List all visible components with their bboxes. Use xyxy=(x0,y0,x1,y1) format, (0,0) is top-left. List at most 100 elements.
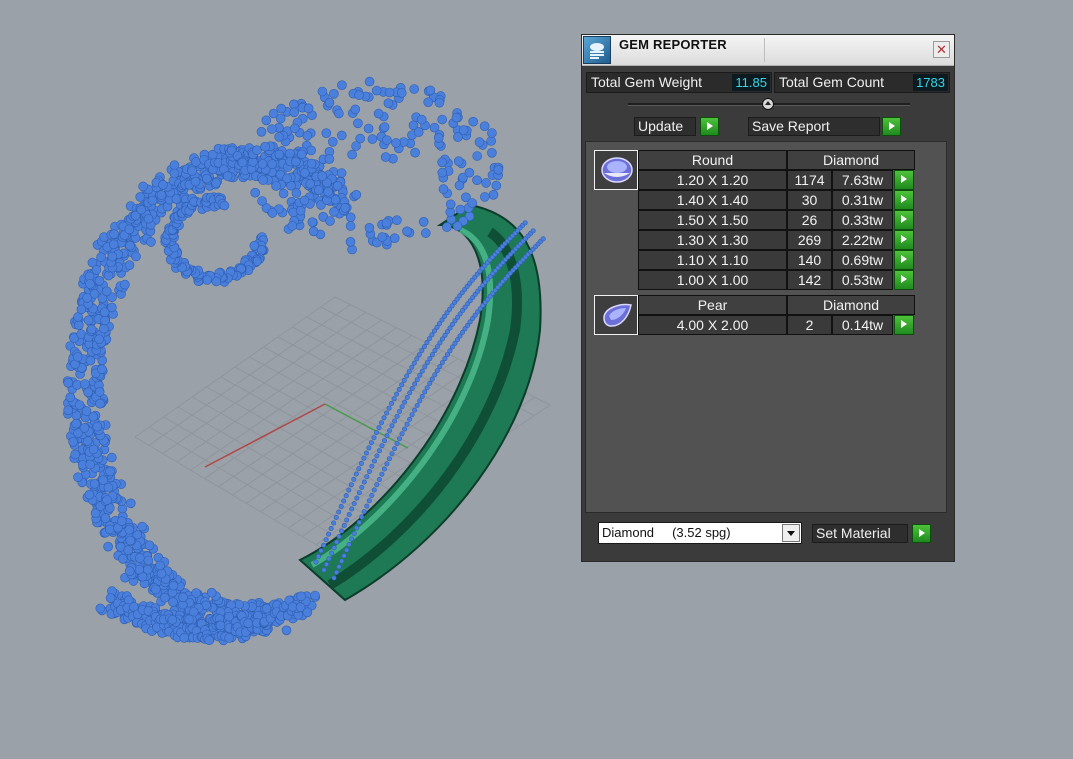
gem-dot xyxy=(364,474,370,480)
gem-reporter-panel: GEM REPORTER ✕ Total Gem Weight 11.85 To… xyxy=(581,34,955,562)
select-gems-icon[interactable] xyxy=(894,170,914,190)
gem-dot xyxy=(407,416,413,422)
gem-dot xyxy=(434,368,440,374)
ring-model-scene[interactable] xyxy=(0,0,580,754)
gem-dot xyxy=(336,130,347,141)
panel-resize-handle[interactable] xyxy=(762,98,774,110)
gem-size-cell: 1.20 X 1.20 xyxy=(638,170,787,190)
gem-dot xyxy=(522,220,528,226)
gem-dot xyxy=(417,398,423,404)
select-gems-icon[interactable] xyxy=(894,230,914,250)
gem-dot xyxy=(82,293,92,303)
close-button[interactable]: ✕ xyxy=(933,41,950,58)
gem-dot xyxy=(287,221,298,231)
gem-dot xyxy=(135,192,145,202)
pear-gem-thumbnail[interactable] xyxy=(594,295,638,335)
gem-dot xyxy=(379,471,385,477)
gem-dot xyxy=(169,168,180,179)
gem-dot xyxy=(103,541,113,552)
gem-dot xyxy=(88,444,99,455)
gem-dot xyxy=(74,400,85,410)
save-report-button[interactable]: Save Report xyxy=(748,117,880,136)
gem-dot xyxy=(215,620,226,631)
chevron-down-icon[interactable] xyxy=(782,524,800,542)
gem-dot xyxy=(348,482,354,488)
gem-dot xyxy=(427,380,433,386)
gem-group-round: Round Diamond 1.20 X 1.20 1174 7.63tw 1.… xyxy=(594,150,916,290)
gem-dot xyxy=(423,97,434,107)
gem-weight-cell: 7.63tw xyxy=(832,170,893,190)
gem-dot xyxy=(329,550,335,556)
gem-dot xyxy=(323,537,329,543)
gem-dot xyxy=(138,181,148,192)
gem-dot xyxy=(317,86,328,97)
material-dropdown[interactable]: Diamond (3.52 spg) xyxy=(598,522,802,544)
gem-dot xyxy=(491,180,502,191)
gem-dot xyxy=(333,569,339,575)
select-gems-icon[interactable] xyxy=(894,270,914,290)
title-bar[interactable]: GEM REPORTER ✕ xyxy=(582,35,954,66)
gem-dot xyxy=(366,498,372,504)
gem-dot xyxy=(278,188,289,199)
gem-dot xyxy=(493,165,504,175)
gem-dot xyxy=(419,348,425,354)
gem-dot xyxy=(96,252,106,263)
gem-dot xyxy=(351,141,361,151)
gem-dot xyxy=(336,168,347,178)
select-gems-icon[interactable] xyxy=(894,250,914,270)
gem-dot xyxy=(344,547,350,553)
gem-dot xyxy=(256,127,267,137)
gem-dot xyxy=(381,218,392,228)
gem-dot xyxy=(324,154,335,164)
gem-dot xyxy=(394,413,400,419)
gem-dot xyxy=(368,440,374,446)
gem-dot xyxy=(363,123,374,134)
gem-dot xyxy=(102,495,112,505)
update-run-icon[interactable] xyxy=(700,117,719,136)
gem-dot xyxy=(445,199,456,210)
gem-dot xyxy=(274,149,285,160)
gem-dot xyxy=(350,104,361,115)
gem-dot xyxy=(419,368,425,374)
update-button[interactable]: Update xyxy=(634,117,696,136)
save-report-run-icon[interactable] xyxy=(882,117,901,136)
gem-dot xyxy=(380,152,391,162)
select-gems-icon[interactable] xyxy=(894,210,914,230)
gem-dot xyxy=(467,198,478,208)
gem-dot xyxy=(487,128,497,138)
gem-dot xyxy=(413,127,424,137)
gem-dot xyxy=(396,436,402,442)
select-gems-icon[interactable] xyxy=(894,315,914,335)
gem-dot xyxy=(94,387,105,397)
gem-dot xyxy=(363,450,369,456)
gem-dot xyxy=(341,522,347,528)
gem-dot xyxy=(252,145,262,155)
gem-dot xyxy=(371,435,377,441)
gem-dot xyxy=(94,334,104,345)
gem-dot xyxy=(296,591,306,602)
gem-dot xyxy=(318,548,324,554)
gem-dot xyxy=(437,340,443,346)
gem-dot xyxy=(136,204,147,215)
set-material-button[interactable]: Set Material xyxy=(812,524,908,543)
gem-dot xyxy=(429,376,435,382)
gem-dot xyxy=(410,147,420,158)
gem-dot xyxy=(414,356,420,362)
viewport-3d[interactable] xyxy=(0,0,580,754)
gem-dot xyxy=(276,103,287,114)
gem-dot xyxy=(371,458,377,464)
gem-dot xyxy=(437,167,448,178)
gem-dot xyxy=(406,369,412,375)
gem-dot xyxy=(135,553,145,563)
gem-dot xyxy=(409,412,415,418)
gem-dot xyxy=(107,452,117,463)
gem-dot xyxy=(439,360,445,366)
gem-dot xyxy=(356,466,362,472)
gem-dot xyxy=(356,490,362,496)
set-material-run-icon[interactable] xyxy=(912,524,931,543)
gem-dot xyxy=(389,400,395,406)
round-gem-thumbnail[interactable] xyxy=(594,150,638,190)
gem-dot xyxy=(155,560,165,571)
gem-dot xyxy=(389,233,400,243)
select-gems-icon[interactable] xyxy=(894,190,914,210)
